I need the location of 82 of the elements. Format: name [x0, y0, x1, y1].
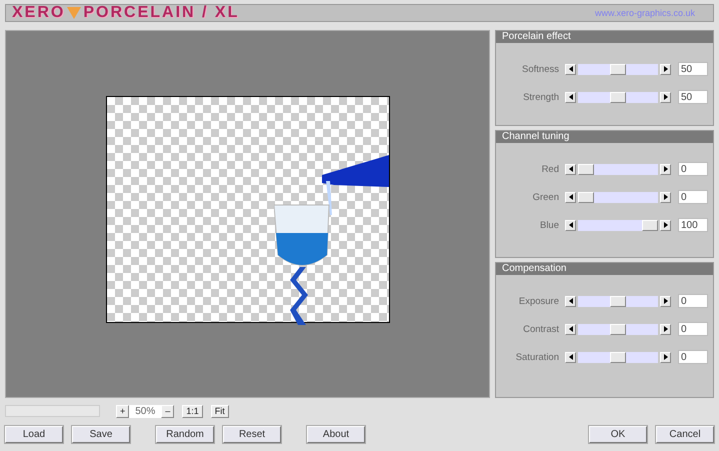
- action-button[interactable]: Load: [5, 426, 63, 443]
- action-button[interactable]: Save: [72, 426, 130, 443]
- slider-label: Contrast: [522, 324, 560, 334]
- actual-size-button[interactable]: 1:1: [182, 404, 203, 418]
- value-field[interactable]: 50: [678, 90, 708, 104]
- dialog-button[interactable]: OK: [589, 426, 647, 443]
- slider-track[interactable]: [578, 164, 658, 174]
- left-arrow-button[interactable]: [565, 220, 576, 230]
- slider-track[interactable]: [578, 296, 658, 306]
- right-arrow-button[interactable]: [660, 324, 671, 334]
- left-arrow-button[interactable]: [565, 352, 576, 362]
- left-arrow-icon: [568, 94, 572, 100]
- slider-track[interactable]: [578, 92, 658, 102]
- slider-track[interactable]: [578, 352, 658, 362]
- slider-label: Softness: [521, 64, 560, 74]
- logo-text: XERO: [12, 4, 66, 22]
- slider-thumb[interactable]: [610, 324, 626, 334]
- logo-text: PORCELAIN / XL: [83, 4, 240, 22]
- right-arrow-button[interactable]: [660, 92, 671, 102]
- value-field[interactable]: 0: [678, 294, 708, 308]
- panel-header: Compensation: [496, 263, 713, 275]
- left-arrow-icon: [568, 194, 572, 200]
- left-arrow-icon: [568, 66, 572, 72]
- value-field[interactable]: 100: [678, 218, 708, 232]
- right-arrow-button[interactable]: [660, 64, 671, 74]
- left-arrow-icon: [568, 354, 572, 360]
- left-arrow-icon: [568, 326, 572, 332]
- left-arrow-button[interactable]: [565, 92, 576, 102]
- slider-thumb[interactable]: [610, 64, 626, 74]
- left-arrow-icon: [568, 222, 572, 228]
- slider-label: Red: [540, 164, 560, 174]
- value-field[interactable]: 0: [678, 162, 708, 176]
- slider-label: Saturation: [514, 352, 560, 362]
- panel-header: Porcelain effect: [496, 31, 713, 43]
- slider-label: Strength: [522, 92, 560, 102]
- slider-track[interactable]: [578, 64, 658, 74]
- left-arrow-icon: [568, 298, 572, 304]
- value-field[interactable]: 0: [678, 350, 708, 364]
- slider-track[interactable]: [578, 192, 658, 202]
- slider-thumb[interactable]: [610, 352, 626, 362]
- zoom-out-button[interactable]: –: [161, 404, 174, 418]
- right-arrow-button[interactable]: [660, 352, 671, 362]
- slider-track[interactable]: [578, 324, 658, 334]
- zoom-in-button[interactable]: +: [116, 404, 130, 418]
- panel-header: Channel tuning: [496, 131, 713, 143]
- slider-track[interactable]: [578, 220, 658, 230]
- right-arrow-icon: [664, 298, 668, 304]
- slider-thumb[interactable]: [642, 220, 658, 230]
- right-arrow-button[interactable]: [660, 192, 671, 202]
- dialog-button[interactable]: Cancel: [656, 426, 714, 443]
- slider-thumb[interactable]: [578, 192, 594, 202]
- action-button[interactable]: About: [307, 426, 365, 443]
- triangle-icon: [67, 7, 82, 19]
- right-arrow-button[interactable]: [660, 296, 671, 306]
- value-field[interactable]: 50: [678, 62, 708, 76]
- right-arrow-icon: [664, 354, 668, 360]
- right-arrow-icon: [664, 326, 668, 332]
- right-arrow-icon: [664, 166, 668, 172]
- action-button[interactable]: Reset: [223, 426, 281, 443]
- right-arrow-button[interactable]: [660, 220, 671, 230]
- left-arrow-button[interactable]: [565, 192, 576, 202]
- slider-label: Blue: [538, 220, 560, 230]
- right-arrow-button[interactable]: [660, 164, 671, 174]
- slider-thumb[interactable]: [610, 92, 626, 102]
- right-arrow-icon: [664, 66, 668, 72]
- slider-thumb[interactable]: [578, 164, 594, 174]
- left-arrow-button[interactable]: [565, 296, 576, 306]
- right-arrow-icon: [664, 94, 668, 100]
- left-arrow-button[interactable]: [565, 324, 576, 334]
- right-arrow-icon: [664, 194, 668, 200]
- value-field[interactable]: 0: [678, 322, 708, 336]
- left-arrow-button[interactable]: [565, 64, 576, 74]
- right-arrow-icon: [664, 222, 668, 228]
- slider-label: Exposure: [518, 296, 560, 306]
- slider-label: Green: [532, 192, 560, 202]
- value-field[interactable]: 0: [678, 190, 708, 204]
- fit-button[interactable]: Fit: [210, 404, 229, 418]
- action-button[interactable]: Random: [156, 426, 214, 443]
- left-arrow-icon: [568, 166, 572, 172]
- zoom-value: 50%: [129, 404, 162, 418]
- slider-thumb[interactable]: [610, 296, 626, 306]
- left-arrow-button[interactable]: [565, 164, 576, 174]
